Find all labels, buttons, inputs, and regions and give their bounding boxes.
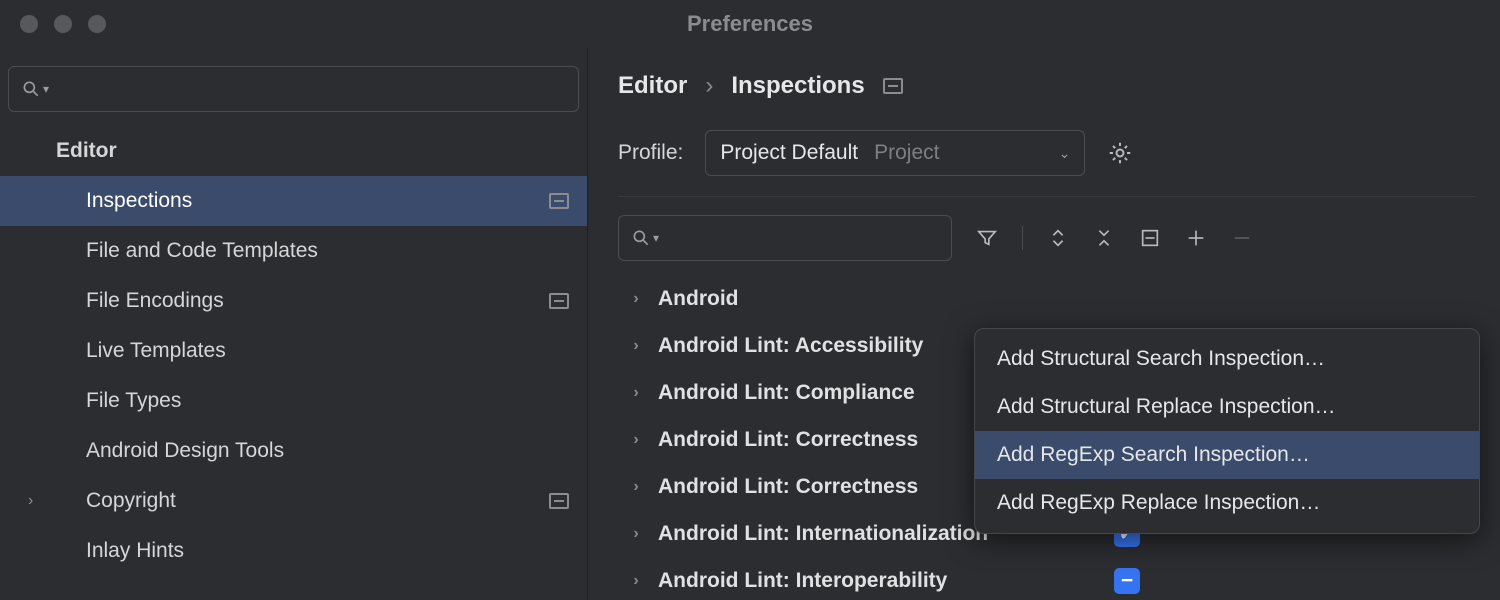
chevron-right-icon: › — [628, 525, 644, 543]
popup-item-label: Add RegExp Search Inspection… — [997, 443, 1310, 467]
profile-scope: Project — [874, 141, 939, 165]
toolbar-icons — [976, 226, 1253, 250]
minimize-window-button[interactable] — [54, 15, 72, 33]
inspections-toolbar: ▾ — [618, 215, 1500, 261]
sidebar: ▾ Editor Inspections File and Code Templ… — [0, 48, 588, 600]
sidebar-item-android-design-tools[interactable]: Android Design Tools — [0, 426, 587, 476]
popup-item-structural-replace[interactable]: Add Structural Replace Inspection… — [975, 383, 1479, 431]
profile-label: Profile: — [618, 141, 683, 165]
profile-combobox[interactable]: Project Default Project ⌄ — [705, 130, 1085, 176]
project-scope-icon — [883, 78, 903, 94]
popup-item-label: Add Structural Search Inspection… — [997, 347, 1325, 371]
sidebar-item-copyright[interactable]: › Copyright — [0, 476, 587, 526]
search-icon — [631, 228, 651, 248]
chevron-right-icon: › — [628, 431, 644, 449]
sidebar-item-label: Inlay Hints — [86, 539, 184, 563]
chevron-down-icon: ▾ — [43, 82, 49, 96]
breadcrumb-part: Inspections — [731, 72, 864, 100]
add-inspection-popup: Add Structural Search Inspection… Add St… — [974, 328, 1480, 534]
sidebar-item-label: File Encodings — [86, 289, 224, 313]
content-pane: Editor › Inspections Profile: Project De… — [588, 48, 1500, 600]
inspection-label: Android — [658, 287, 738, 311]
zoom-window-button[interactable] — [88, 15, 106, 33]
chevron-right-icon: › — [628, 337, 644, 355]
project-scope-icon — [549, 493, 569, 509]
breadcrumb-separator: › — [705, 72, 713, 100]
filter-button[interactable] — [976, 227, 998, 249]
popup-item-regexp-replace[interactable]: Add RegExp Replace Inspection… — [975, 479, 1479, 527]
sidebar-item-label: Inspections — [86, 189, 192, 213]
popup-item-label: Add Structural Replace Inspection… — [997, 395, 1336, 419]
expand-all-button[interactable] — [1047, 227, 1069, 249]
remove-inspection-button[interactable] — [1231, 227, 1253, 249]
profile-selected: Project Default — [720, 141, 858, 165]
inspection-label: Android Lint: Accessibility — [658, 334, 923, 358]
search-icon — [21, 79, 41, 99]
sidebar-item-label: Copyright — [86, 489, 176, 513]
chevron-right-icon: › — [628, 290, 644, 308]
chevron-down-icon: ▾ — [653, 231, 659, 245]
inspection-label: Android Lint: Correctness — [658, 475, 918, 499]
inspection-label: Android Lint: Interoperability — [658, 569, 947, 593]
popup-item-label: Add RegExp Replace Inspection… — [997, 491, 1320, 515]
chevron-right-icon: › — [628, 478, 644, 496]
sidebar-item-label: Live Templates — [86, 339, 226, 363]
project-scope-icon — [549, 293, 569, 309]
main-area: ▾ Editor Inspections File and Code Templ… — [0, 48, 1500, 600]
sidebar-search-input[interactable]: ▾ — [8, 66, 579, 112]
profile-row: Profile: Project Default Project ⌄ — [618, 130, 1476, 197]
sidebar-item-label: File and Code Templates — [86, 239, 318, 263]
project-scope-icon — [549, 193, 569, 209]
sidebar-item-label: Android Design Tools — [86, 439, 284, 463]
add-inspection-button[interactable] — [1185, 227, 1207, 249]
chevron-down-icon: ⌄ — [1059, 145, 1071, 162]
sidebar-tree: Editor Inspections File and Code Templat… — [0, 126, 587, 576]
popup-item-structural-search[interactable]: Add Structural Search Inspection… — [975, 335, 1479, 383]
sidebar-item-inspections[interactable]: Inspections — [0, 176, 587, 226]
separator — [1022, 226, 1023, 250]
breadcrumb: Editor › Inspections — [618, 72, 1500, 100]
collapse-all-button[interactable] — [1093, 227, 1115, 249]
breadcrumb-part: Editor — [618, 72, 687, 100]
inspections-search-input[interactable]: ▾ — [618, 215, 952, 261]
profile-settings-button[interactable] — [1107, 140, 1133, 166]
sidebar-item-editor[interactable]: Editor — [0, 126, 587, 176]
window-controls — [0, 15, 106, 33]
inspection-label: Android Lint: Correctness — [658, 428, 918, 452]
inspection-label: Android Lint: Compliance — [658, 381, 915, 405]
sidebar-item-live-templates[interactable]: Live Templates — [0, 326, 587, 376]
chevron-right-icon: › — [628, 384, 644, 402]
sidebar-item-label: File Types — [86, 389, 181, 413]
sidebar-item-file-types[interactable]: File Types — [0, 376, 587, 426]
sidebar-item-label: Editor — [56, 139, 117, 163]
window-title: Preferences — [687, 11, 813, 37]
popup-item-regexp-search[interactable]: Add RegExp Search Inspection… — [975, 431, 1479, 479]
inspection-checkbox[interactable]: − — [1114, 568, 1140, 594]
sidebar-item-file-encodings[interactable]: File Encodings — [0, 276, 587, 326]
inspection-category[interactable]: › Android Lint: Interoperability − — [618, 557, 1500, 600]
reset-button[interactable] — [1139, 227, 1161, 249]
titlebar: Preferences — [0, 0, 1500, 48]
chevron-right-icon: › — [628, 572, 644, 590]
sidebar-item-inlay-hints[interactable]: Inlay Hints — [0, 526, 587, 576]
close-window-button[interactable] — [20, 15, 38, 33]
chevron-right-icon: › — [28, 492, 33, 510]
inspection-category[interactable]: › Android — [618, 275, 1500, 322]
sidebar-item-file-code-templates[interactable]: File and Code Templates — [0, 226, 587, 276]
inspection-label: Android Lint: Internationalization — [658, 522, 988, 546]
